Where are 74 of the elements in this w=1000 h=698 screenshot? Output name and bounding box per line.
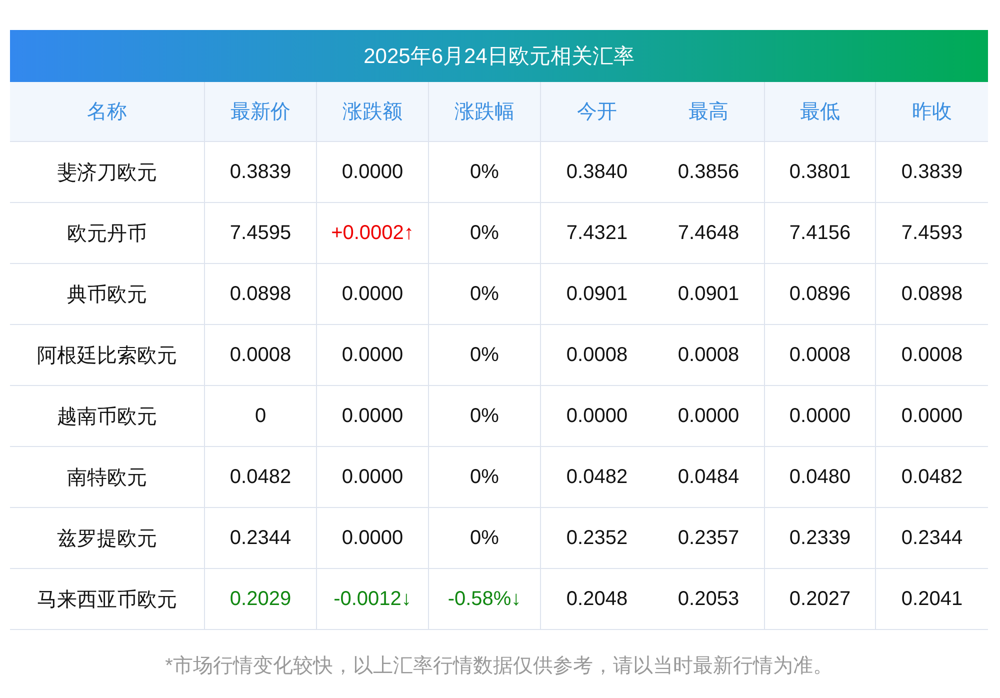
table-cell: 0.2352: [541, 508, 653, 569]
table-cell: 0.0896: [765, 264, 876, 325]
table-cell: 0.0000: [317, 447, 429, 508]
table-cell: 0%: [429, 447, 541, 508]
table-cell: 0.0000: [876, 386, 988, 447]
table-cell: 马来西亚币欧元: [10, 569, 205, 630]
table-cell: 0.2357: [653, 508, 765, 569]
table-cell: 0.0000: [653, 386, 765, 447]
table-cell: 0.2344: [205, 508, 317, 569]
table-cell: 0.3856: [653, 142, 765, 203]
table-cell: 南特欧元: [10, 447, 205, 508]
table-cell: 0.2029: [205, 569, 317, 630]
table-cell: 越南币欧元: [10, 386, 205, 447]
table-cell: 0.3839: [205, 142, 317, 203]
table-cell: -0.58%↓: [429, 569, 541, 630]
table-cell: 0.2027: [765, 569, 876, 630]
column-header: 最新价: [205, 82, 317, 142]
table-cell: 0.2339: [765, 508, 876, 569]
table-cell: 0.0000: [317, 142, 429, 203]
table-cell: 0.0482: [541, 447, 653, 508]
table-cell: 0.2041: [876, 569, 988, 630]
table-cell: 0.0000: [317, 386, 429, 447]
table-cell: 0%: [429, 264, 541, 325]
table-cell: 欧元丹币: [10, 203, 205, 264]
column-header: 最低: [765, 82, 876, 142]
table-cell: 0.0480: [765, 447, 876, 508]
table-cell: 0.0901: [653, 264, 765, 325]
footnote: *市场行情变化较快，以上汇率行情数据仅供参考，请以当时最新行情为准。: [164, 654, 834, 679]
table-cell: 0.0898: [205, 264, 317, 325]
table-cell: 0.0008: [653, 325, 765, 386]
table-cell: 0%: [429, 142, 541, 203]
table-cell: 0.0482: [205, 447, 317, 508]
column-header: 名称: [10, 82, 205, 142]
table-cell: 兹罗提欧元: [10, 508, 205, 569]
table-cell: 0.0898: [876, 264, 988, 325]
table-cell: 0.0000: [317, 325, 429, 386]
table-cell: 典币欧元: [10, 264, 205, 325]
column-header: 今开: [541, 82, 653, 142]
table-cell: 0%: [429, 508, 541, 569]
column-header: 昨收: [876, 82, 988, 142]
table-cell: 7.4648: [653, 203, 765, 264]
table-cell: +0.0002↑: [317, 203, 429, 264]
table-cell: 0%: [429, 203, 541, 264]
table-cell: -0.0012↓: [317, 569, 429, 630]
table-cell: 0.0000: [541, 386, 653, 447]
table-cell: 0%: [429, 325, 541, 386]
table-cell: 阿根廷比索欧元: [10, 325, 205, 386]
table-cell: 0.3840: [541, 142, 653, 203]
table-cell: 7.4321: [541, 203, 653, 264]
table-cell: 0.0484: [653, 447, 765, 508]
table-cell: 0.3801: [765, 142, 876, 203]
table-cell: 7.4595: [205, 203, 317, 264]
table-cell: 0%: [429, 386, 541, 447]
table-cell: 7.4593: [876, 203, 988, 264]
table-cell: 0.0000: [765, 386, 876, 447]
table-cell: 0.2048: [541, 569, 653, 630]
column-header: 涨跌额: [317, 82, 429, 142]
table-cell: 0.3839: [876, 142, 988, 203]
table-title: 2025年6月24日欧元相关汇率: [10, 30, 988, 82]
table-cell: 0.0008: [876, 325, 988, 386]
table-cell: 0.2053: [653, 569, 765, 630]
table-cell: 0.0008: [541, 325, 653, 386]
table-cell: 斐济刀欧元: [10, 142, 205, 203]
table-cell: 0: [205, 386, 317, 447]
table-cell: 0.0008: [765, 325, 876, 386]
table-cell: 0.0000: [317, 264, 429, 325]
column-header: 最高: [653, 82, 765, 142]
table-cell: 0.0000: [317, 508, 429, 569]
column-header: 涨跌幅: [429, 82, 541, 142]
table-cell: 7.4156: [765, 203, 876, 264]
table-cell: 0.2344: [876, 508, 988, 569]
table-cell: 0.0482: [876, 447, 988, 508]
table-cell: 0.0901: [541, 264, 653, 325]
table-cell: 0.0008: [205, 325, 317, 386]
